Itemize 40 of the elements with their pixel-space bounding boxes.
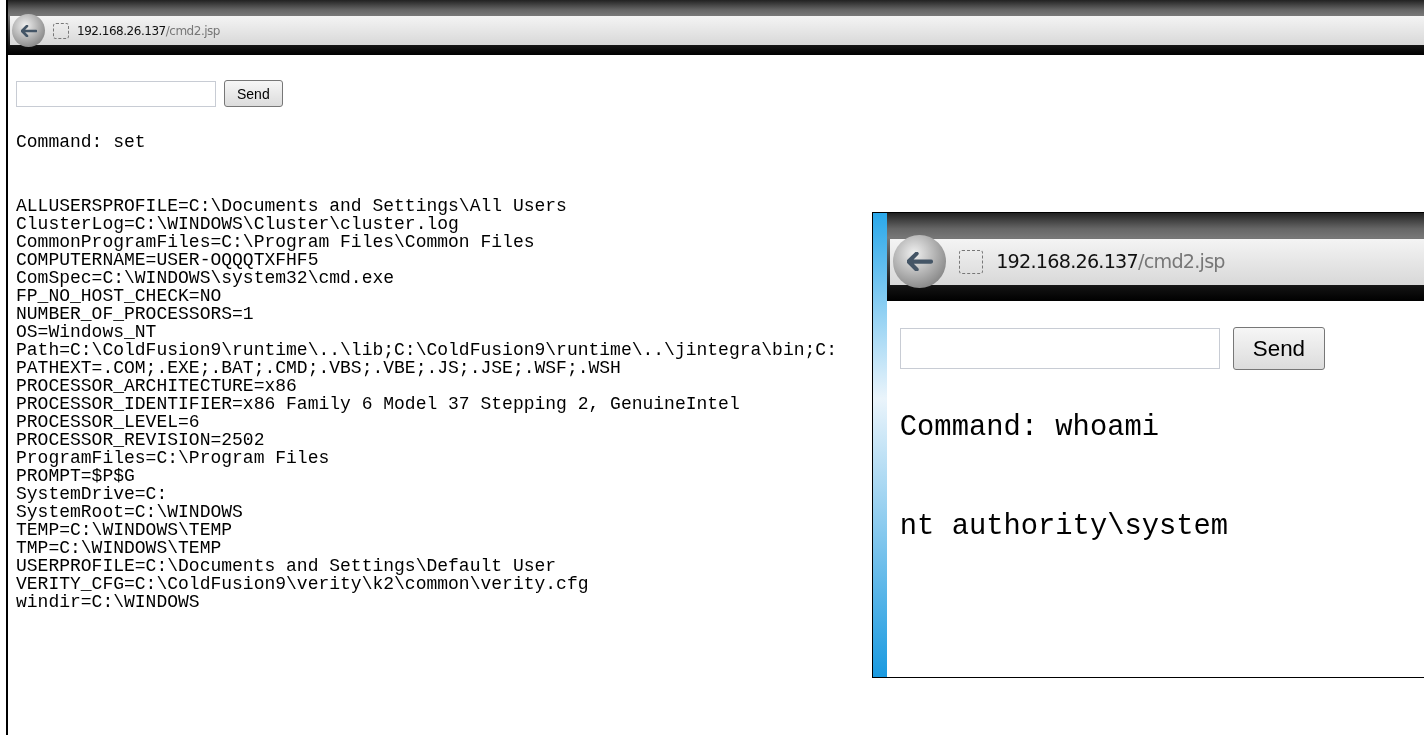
output-line: ClusterLog=C:\WINDOWS\Cluster\cluster.log	[16, 215, 459, 233]
page-icon	[53, 22, 69, 39]
address-bar[interactable]: 192.168.26.137/cmd2.jsp	[10, 16, 1424, 45]
back-arrow-icon	[906, 252, 933, 272]
output-line: USERPROFILE=C:\Documents and Settings\Default User	[16, 557, 557, 575]
output-line: COMPUTERNAME=USER-OQQQTXFHF5	[16, 251, 319, 269]
output-line: ProgramFiles=C:\Program Files	[16, 449, 330, 467]
output-line: Path=C:\ColdFusion9\runtime\..\lib;C:\ColdFusion9\runtime\..\jintegra\bin;C:	[16, 341, 837, 359]
command-text: Command: whoami	[899, 414, 1159, 443]
command-input-field[interactable]	[16, 80, 216, 107]
output-line: TEMP=C:\WINDOWS\TEMP	[16, 521, 233, 539]
command-text: Command: set	[16, 133, 146, 151]
output-line: windir=C:\WINDOWS	[16, 593, 200, 611]
output-line: ComSpec=C:\WINDOWS\system32\cmd.exe	[16, 269, 395, 287]
send-button[interactable]: Send	[1232, 327, 1326, 371]
output-line: TMP=C:\WINDOWS\TEMP	[16, 539, 222, 557]
send-button[interactable]: Send	[224, 80, 283, 107]
back-button[interactable]	[12, 14, 45, 47]
output-line: OS=Windows_NT	[16, 323, 157, 341]
output-line: NUMBER_OF_PROCESSORS=1	[16, 305, 254, 323]
output-line: CommonProgramFiles=C:\Program Files\Common Files	[16, 233, 535, 251]
command-input-field[interactable]	[899, 327, 1220, 370]
output-line: FP_NO_HOST_CHECK=NO	[16, 287, 222, 305]
output-line: PROMPT=$P$G	[16, 467, 135, 485]
output-line: PROCESSOR_ARCHITECTURE=x86	[16, 377, 297, 395]
output-line: PROCESSOR_REVISION=2502	[16, 431, 265, 449]
output-line: VERITY_CFG=C:\ColdFusion9\verity\k2\common\verity.cfg	[16, 575, 589, 593]
back-button[interactable]	[893, 235, 947, 289]
address-bar[interactable]: 192.168.26.137/cmd2.jsp	[890, 238, 1424, 285]
url-text: 192.168.26.137/cmd2.jsp	[996, 250, 1225, 274]
back-arrow-icon	[20, 24, 37, 37]
output-line: PROCESSOR_LEVEL=6	[16, 413, 200, 431]
output-line: SystemDrive=C:	[16, 485, 168, 503]
output-line: SystemRoot=C:\WINDOWS	[16, 503, 243, 521]
output-line: ALLUSERSPROFILE=C:\Documents and Settings\All Users	[16, 197, 567, 215]
url-text: 192.168.26.137/cmd2.jsp	[77, 23, 220, 38]
output-line: PATHEXT=.COM;.EXE;.BAT;.CMD;.VBS;.VBE;.JS;.JSE;.WSF;.WSH	[16, 359, 621, 377]
output-line: nt authority\system	[899, 513, 1229, 542]
output-line: PROCESSOR_IDENTIFIER=x86 Family 6 Model 37 Stepping 2, GenuineIntel	[16, 395, 740, 413]
page-icon	[958, 249, 984, 274]
